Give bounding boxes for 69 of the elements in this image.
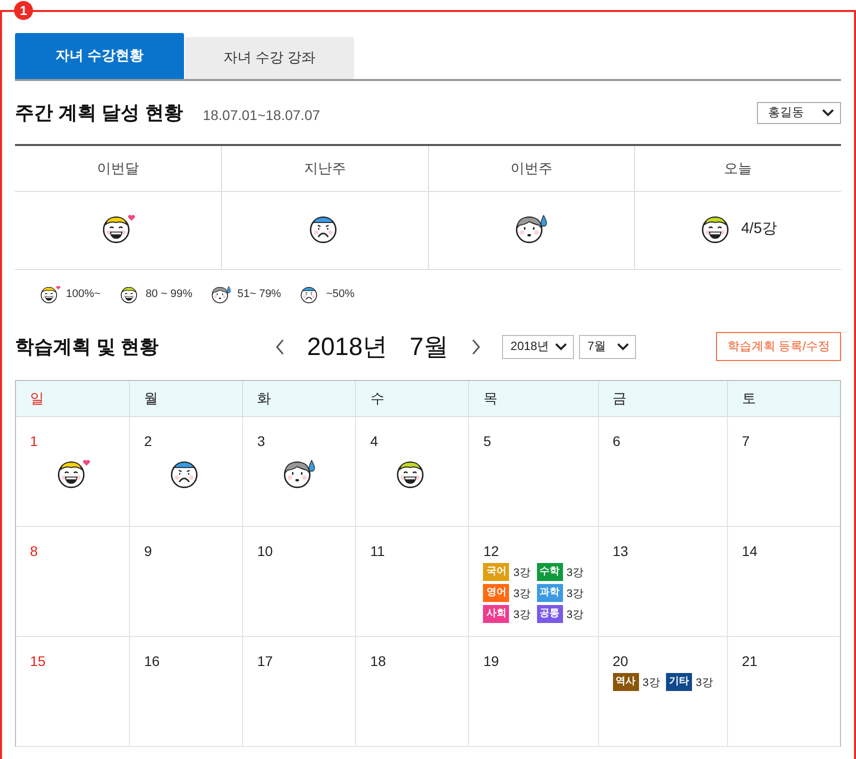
day-number: 19 — [483, 653, 499, 669]
subject-tag: 영어 — [483, 584, 510, 602]
lecture-count: 4/5강 — [741, 218, 777, 238]
day-number: 20 — [612, 653, 628, 669]
chevron-left-icon[interactable] — [275, 338, 285, 354]
subject-tag: 역사 — [612, 673, 639, 691]
chevron-right-icon[interactable] — [470, 338, 481, 354]
legend-label: ~50% — [326, 288, 355, 300]
day-number: 1 — [30, 433, 38, 449]
weekday-header: 일 — [16, 381, 130, 417]
current-year: 2018년 — [307, 332, 388, 363]
day-number: 7 — [742, 433, 750, 449]
chevron-down-icon — [554, 342, 567, 350]
day-number: 15 — [30, 653, 46, 669]
section-title: 주간 계획 달성 현황 — [15, 102, 183, 126]
day-number: 10 — [257, 543, 273, 559]
tab[interactable]: 자녀 수강 강좌 — [185, 37, 354, 79]
day-number: 2 — [144, 433, 152, 449]
lecture-count: 3강 — [566, 566, 584, 580]
day-number: 8 — [30, 543, 38, 559]
weekday-header: 화 — [242, 381, 356, 417]
column-header: 이번달 — [15, 145, 222, 192]
lecture-count: 3강 — [513, 566, 531, 580]
legend-label: 51~ 79% — [237, 288, 282, 300]
annotation-badge: 1 — [14, 1, 33, 20]
weekday-header: 토 — [726, 381, 840, 417]
column-header: 이번주 — [428, 145, 634, 192]
lecture-count: 3강 — [513, 608, 531, 622]
chevron-down-icon — [822, 108, 834, 116]
day-number: 13 — [612, 543, 628, 559]
day-number: 18 — [370, 653, 386, 669]
subject-tag: 국어 — [483, 563, 510, 581]
lecture-count: 3강 — [513, 586, 531, 600]
weekday-header: 금 — [598, 381, 727, 417]
subject-tag: 사회 — [483, 605, 510, 623]
year-dropdown[interactable]: 2018년 — [502, 334, 574, 358]
subject-tag: 과학 — [536, 584, 563, 602]
day-number: 16 — [144, 653, 160, 669]
legend-label: 100%~ — [66, 288, 101, 300]
lecture-count: 3강 — [696, 676, 713, 690]
day-number: 14 — [742, 543, 758, 559]
day-number: 5 — [483, 433, 492, 449]
day-number: 21 — [742, 653, 758, 669]
day-number: 6 — [612, 433, 620, 449]
lecture-count: 3강 — [566, 586, 584, 600]
section-title: 학습계획 및 현황 — [15, 336, 160, 360]
lecture-count: 3강 — [642, 676, 660, 690]
tab[interactable]: 자녀 수강현황 — [15, 33, 184, 79]
legend-label: 80 ~ 99% — [146, 288, 192, 300]
column-header: 오늘 — [634, 145, 841, 192]
weekday-header: 수 — [355, 381, 468, 417]
day-number: 11 — [370, 543, 385, 559]
lecture-count: 3강 — [566, 608, 584, 622]
subject-tag: 수학 — [536, 563, 563, 581]
date-range: 18.07.01~18.07.07 — [202, 106, 320, 122]
student-dropdown[interactable]: 홍길동 — [757, 102, 841, 124]
day-number: 17 — [257, 653, 273, 669]
day-number: 12 — [483, 543, 499, 559]
weekday-header: 월 — [129, 381, 242, 417]
subject-tag: 기타 — [666, 673, 692, 691]
month-dropdown[interactable]: 7월 — [578, 334, 636, 358]
current-month: 7월 — [410, 332, 449, 363]
chevron-down-icon — [616, 342, 629, 350]
day-number: 4 — [370, 433, 378, 449]
weekday-header: 목 — [468, 381, 598, 417]
day-number: 9 — [144, 543, 152, 559]
day-number: 3 — [257, 433, 265, 449]
subject-tag: 공통 — [536, 605, 563, 623]
column-header: 지난주 — [222, 145, 428, 192]
